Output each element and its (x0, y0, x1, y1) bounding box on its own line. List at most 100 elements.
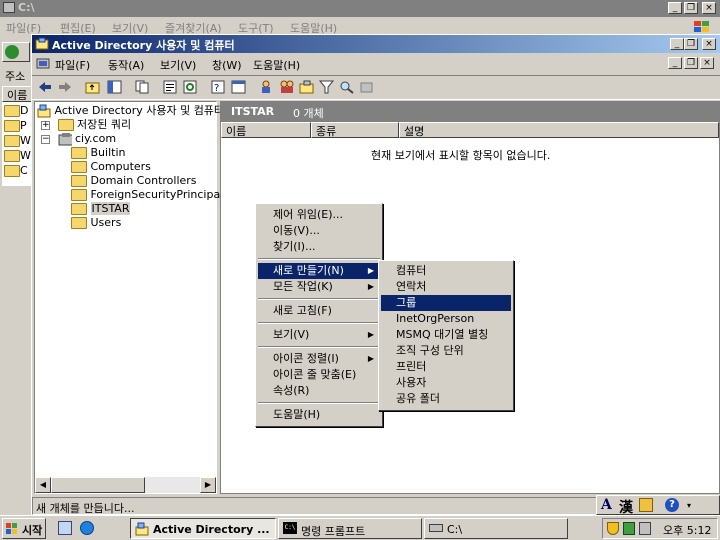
ime-pad-icon[interactable] (639, 498, 653, 512)
tree-domain[interactable]: − ciy.com (41, 132, 116, 146)
mmc-menu-help[interactable]: 도움말(H) (253, 57, 300, 73)
mmc-restore-button[interactable]: ❐ (684, 38, 698, 50)
tree-hscrollbar[interactable]: ◀ ▶ (35, 477, 216, 493)
tree-item-foreign-security-principals[interactable]: ForeignSecurityPrincipals (71, 188, 229, 202)
outer-restore-button[interactable]: ❐ (684, 2, 698, 14)
menu-separator (258, 322, 380, 324)
child-minimize-button[interactable]: _ (668, 57, 682, 69)
task-ad-users[interactable]: Active Directory ... (130, 518, 276, 539)
ime-hanja-button[interactable]: 漢 (619, 497, 633, 517)
show-desktop-icon[interactable] (58, 521, 72, 535)
menu-item-help[interactable]: 도움말(H) (258, 407, 380, 423)
security-shield-icon[interactable] (607, 522, 619, 535)
outer-list-item-label: W (20, 134, 31, 147)
mmc-title-bar[interactable]: Active Directory 사용자 및 컴퓨터 _ ❐ × (32, 35, 720, 53)
tree-item-domain-controllers[interactable]: Domain Controllers (71, 174, 197, 188)
menu-item-find[interactable]: 찾기(I)... (258, 239, 380, 255)
submenu-item-ou[interactable]: 조직 구성 단위 (381, 343, 511, 359)
tree-saved-queries[interactable]: + 저장된 쿼리 (41, 118, 131, 132)
submenu-item-group[interactable]: 그룹 (381, 295, 511, 311)
ime-help-icon[interactable]: ? (665, 498, 679, 512)
find-button[interactable] (336, 78, 358, 98)
outer-list-item[interactable]: W (4, 134, 31, 147)
child-close-button[interactable]: × (700, 57, 714, 69)
domain-icon (58, 133, 72, 146)
new-user-button[interactable] (256, 78, 278, 98)
submenu-item-contact[interactable]: 연락처 (381, 279, 511, 295)
scroll-left-button[interactable]: ◀ (35, 477, 51, 493)
tree-item-builtin[interactable]: Builtin (71, 146, 125, 160)
column-header-type[interactable]: 종류 (311, 122, 399, 138)
submenu-item-shared-folder[interactable]: 공유 폴더 (381, 391, 511, 407)
back-button[interactable] (34, 78, 56, 98)
submenu-item-inetorgperson[interactable]: InetOrgPerson (381, 311, 511, 327)
details-count: 0 개체 (293, 107, 324, 120)
menu-item-label: 새로 만들기(N) (273, 264, 344, 277)
outer-list-item[interactable]: D (4, 104, 28, 117)
new-group-button[interactable] (276, 78, 298, 98)
mmc-close-button[interactable]: × (702, 38, 716, 50)
tree-item-users[interactable]: Users (71, 216, 121, 230)
mmc-menu-window[interactable]: 창(W) (212, 57, 242, 73)
menu-item-new[interactable]: 새로 만들기(N) ▶ (258, 263, 380, 279)
new-ou-button[interactable] (296, 78, 318, 98)
submenu-item-printer[interactable]: 프린터 (381, 359, 511, 375)
copy-button[interactable] (132, 78, 154, 98)
mmc-menu-file[interactable]: 파일(F) (55, 57, 90, 73)
export-list-button[interactable]: ? (208, 78, 230, 98)
outer-close-button[interactable]: × (702, 2, 716, 14)
help-button[interactable] (228, 78, 250, 98)
tree-item-computers[interactable]: Computers (71, 160, 151, 174)
menu-item-refresh[interactable]: 새로 고침(F) (258, 303, 380, 319)
submenu-item-msmq-alias[interactable]: MSMQ 대기열 별칭 (381, 327, 511, 343)
expand-plus-icon[interactable]: + (41, 120, 50, 130)
folder-icon (4, 135, 20, 147)
outer-minimize-button[interactable]: _ (668, 2, 682, 14)
refresh-button[interactable] (180, 78, 202, 98)
menu-item-move[interactable]: 이동(V)... (258, 223, 380, 239)
submenu-item-computer[interactable]: 컴퓨터 (381, 263, 511, 279)
properties-button[interactable] (160, 78, 182, 98)
collapse-minus-icon[interactable]: − (41, 134, 50, 144)
internet-explorer-icon[interactable] (80, 521, 94, 535)
scroll-thumb[interactable] (51, 477, 145, 493)
filter-button[interactable] (316, 78, 338, 98)
task-explorer-c[interactable]: C:\ (424, 518, 568, 539)
outer-title-bar[interactable]: C:\ _ ❐ × (0, 0, 720, 17)
outer-list-item[interactable]: W (4, 149, 31, 162)
start-button[interactable]: 시작 (2, 518, 46, 539)
outer-list-item-label: P (20, 119, 27, 132)
outer-back-button[interactable] (2, 42, 30, 62)
task-command-prompt[interactable]: C:\ 명령 프롬프트 (278, 518, 422, 539)
outer-list-header[interactable]: 이름 (2, 86, 32, 102)
menu-item-properties[interactable]: 속성(R) (258, 383, 380, 399)
forward-button[interactable] (54, 78, 76, 98)
outer-list-item[interactable]: C (4, 164, 28, 177)
column-header-name[interactable]: 이름 (221, 122, 311, 138)
tree-item-itstar[interactable]: ITSTAR (71, 202, 131, 216)
show-hide-tree-button[interactable] (104, 78, 126, 98)
scroll-right-button[interactable]: ▶ (200, 477, 216, 493)
menu-item-all-tasks[interactable]: 모든 작업(K) ▶ (258, 279, 380, 295)
tree-saved-queries-label: 저장된 쿼리 (77, 118, 132, 131)
menu-separator (258, 258, 380, 260)
up-folder-button[interactable] (82, 78, 104, 98)
ime-menu-icon[interactable]: ▾ (687, 501, 697, 510)
mmc-menu-view[interactable]: 보기(V) (160, 57, 196, 73)
menu-item-view[interactable]: 보기(V) ▶ (258, 327, 380, 343)
column-header-description[interactable]: 설명 (399, 122, 719, 138)
child-restore-button[interactable]: ❐ (684, 57, 698, 69)
clock[interactable]: 오후 5:12 (663, 522, 711, 538)
menu-item-line-up-icons[interactable]: 아이콘 줄 맞춤(E) (258, 367, 380, 383)
submenu-item-user[interactable]: 사용자 (381, 375, 511, 391)
menu-item-arrange-icons[interactable]: 아이콘 정렬(I) ▶ (258, 351, 380, 367)
ime-tray-icon[interactable] (623, 522, 635, 535)
network-icon[interactable] (639, 522, 651, 535)
ime-lang-button[interactable]: A (601, 497, 612, 513)
mmc-menu-action[interactable]: 동작(A) (108, 57, 144, 73)
mmc-minimize-button[interactable]: _ (670, 38, 684, 50)
outer-list-item[interactable]: P (4, 119, 27, 132)
add-to-group-button[interactable] (356, 78, 378, 98)
tree-root[interactable]: Active Directory 사용자 및 컴퓨터 (37, 104, 224, 118)
menu-item-delegate-control[interactable]: 제어 위임(E)... (258, 207, 380, 223)
